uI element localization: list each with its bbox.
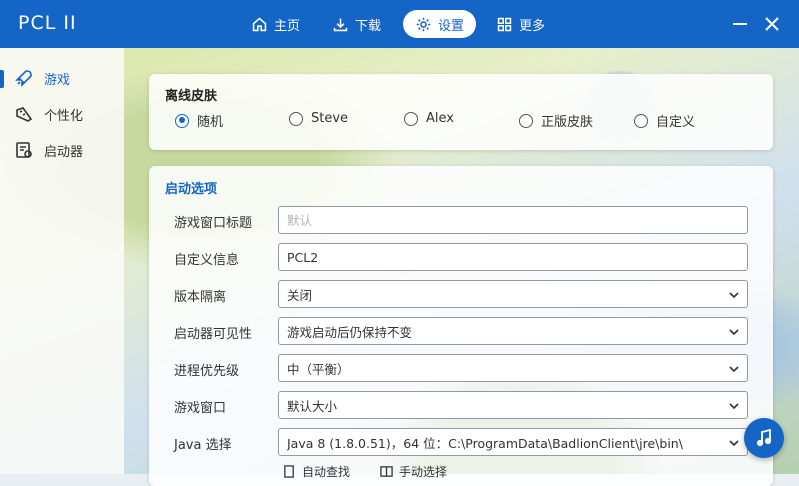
auto-search-label: 自动查找	[302, 465, 351, 479]
window-title-input[interactable]	[278, 206, 748, 234]
radio-label: 正版皮肤	[541, 115, 594, 130]
radio-button	[175, 113, 189, 128]
sidebar-item-label: 启动器	[44, 144, 84, 160]
close-icon[interactable]	[762, 14, 782, 34]
nav-settings-label: 设置	[438, 18, 465, 34]
skin-option-steve[interactable]: Steve	[289, 111, 348, 126]
nav-download-label: 下载	[355, 18, 382, 34]
offline-skin-card: 离线皮肤 随机 Steve Alex 正版皮肤 自定义	[149, 74, 773, 150]
sidebar-item-label: 个性化	[44, 108, 84, 124]
row-label-version-isolation: 版本隔离	[174, 290, 227, 305]
download-icon	[333, 18, 348, 31]
app-title: PCL II	[18, 12, 77, 34]
row-label-java-select: Java 选择	[174, 438, 232, 453]
row-label-window-title: 游戏窗口标题	[174, 216, 253, 231]
radio-button	[404, 111, 418, 126]
skin-option-official[interactable]: 正版皮肤	[519, 111, 593, 130]
nav-settings[interactable]: 设置	[403, 10, 477, 38]
skin-option-alex[interactable]: Alex	[404, 111, 454, 126]
radio-label: Alex	[426, 111, 454, 126]
select-value: 中（平衡）	[287, 361, 350, 377]
launcher-icon	[16, 142, 32, 158]
radio-button	[634, 113, 648, 128]
nav-home-label: 主页	[274, 18, 301, 34]
chevron-down-icon	[729, 292, 739, 299]
sidebar-item-game[interactable]: 游戏	[0, 61, 124, 95]
nav-download[interactable]: 下载	[320, 10, 393, 38]
chevron-down-icon	[729, 366, 739, 373]
radio-label: Steve	[311, 111, 349, 126]
manual-select-button[interactable]: 手动选择	[380, 463, 447, 480]
card-title: 离线皮肤	[165, 89, 218, 104]
radio-label: 自定义	[656, 115, 696, 130]
custom-info-input[interactable]	[278, 243, 748, 271]
file-search-icon	[284, 465, 294, 478]
home-icon	[252, 17, 267, 31]
version-isolation-select[interactable]: 关闭	[278, 280, 748, 308]
row-label-game-window: 游戏窗口	[174, 401, 227, 416]
select-value: 默认大小	[287, 398, 338, 414]
radio-button	[289, 111, 303, 126]
card-title: 启动选项	[165, 182, 218, 197]
chevron-down-icon	[729, 440, 739, 447]
skin-option-custom[interactable]: 自定义	[634, 111, 695, 130]
minimize-icon[interactable]	[730, 14, 750, 34]
select-value: 关闭	[287, 287, 313, 303]
radio-label: 随机	[197, 115, 224, 130]
sidebar: 游戏 个性化 启动器	[0, 48, 124, 474]
launch-options-card: 启动选项 游戏窗口标题 自定义信息 版本隔离 关闭 启动器可见性 游戏启动后仍保…	[149, 166, 773, 486]
launcher-visibility-select[interactable]: 游戏启动后仍保持不变	[278, 317, 748, 345]
active-indicator	[0, 70, 4, 88]
nav-home[interactable]: 主页	[239, 10, 312, 38]
window-title-field[interactable]	[287, 212, 739, 228]
gear-icon	[416, 17, 431, 31]
process-priority-select[interactable]: 中（平衡）	[278, 354, 748, 382]
row-label-custom-info: 自定义信息	[174, 253, 240, 268]
custom-info-field[interactable]	[287, 249, 739, 265]
music-note-icon	[756, 428, 772, 447]
grid-icon	[497, 17, 512, 31]
manual-select-label: 手动选择	[399, 465, 448, 479]
title-bar: PCL II 主页 下载 设置 更多	[0, 0, 799, 48]
skin-option-random[interactable]: 随机	[175, 111, 223, 130]
music-button[interactable]	[744, 418, 784, 458]
folder-icon	[380, 466, 393, 477]
rocket-icon	[15, 70, 32, 87]
sidebar-item-launcher[interactable]: 启动器	[0, 133, 124, 167]
radio-button	[519, 113, 533, 128]
auto-search-button[interactable]: 自动查找	[283, 463, 350, 480]
game-window-select[interactable]: 默认大小	[278, 391, 748, 419]
row-label-process-priority: 进程优先级	[174, 364, 240, 379]
java-select[interactable]: Java 8 (1.8.0.51)，64 位：C:\ProgramData\Ba…	[278, 428, 748, 456]
select-value: Java 8 (1.8.0.51)，64 位：C:\ProgramData\Ba…	[287, 435, 683, 451]
sidebar-item-label: 游戏	[44, 72, 71, 88]
palette-icon	[16, 107, 33, 122]
chevron-down-icon	[729, 403, 739, 410]
select-value: 游戏启动后仍保持不变	[287, 324, 413, 340]
nav-more-label: 更多	[519, 18, 546, 34]
row-label-launcher-visibility: 启动器可见性	[174, 327, 253, 342]
sidebar-item-personalize[interactable]: 个性化	[0, 97, 124, 131]
chevron-down-icon	[729, 329, 739, 336]
nav-more[interactable]: 更多	[484, 10, 557, 38]
